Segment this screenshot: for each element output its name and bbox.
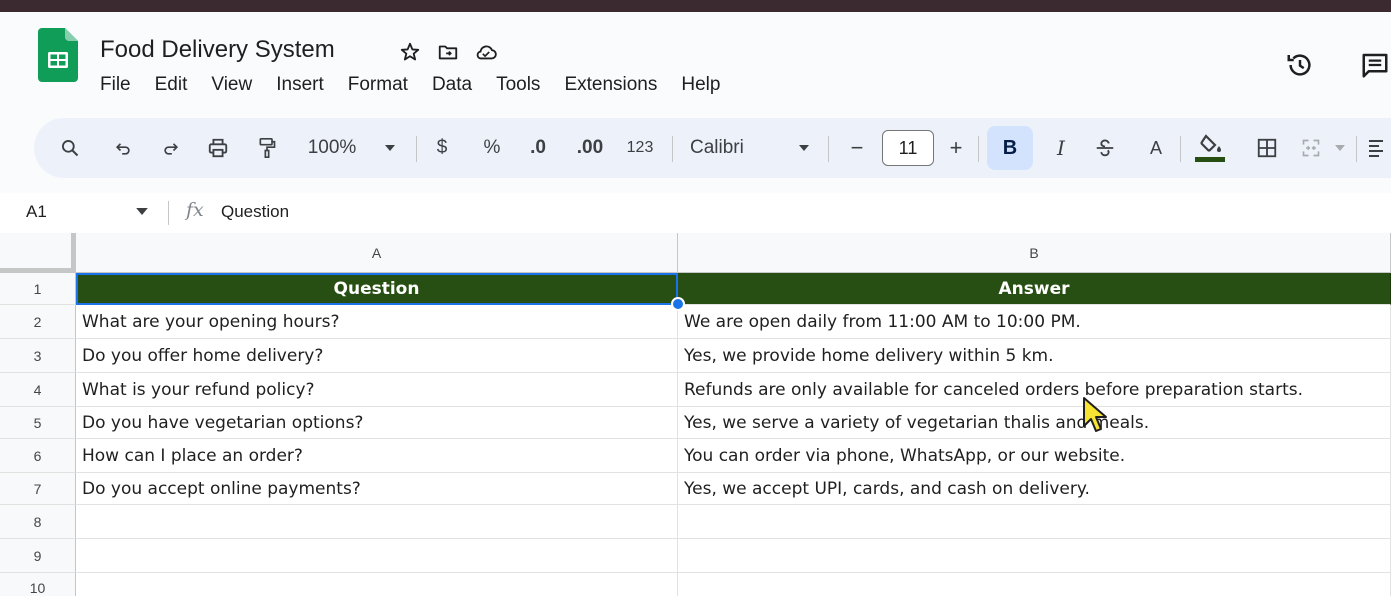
menu-bar: File Edit View Insert Format Data Tools … (100, 74, 732, 96)
window-top-strip (0, 0, 1391, 12)
paint-format-icon[interactable] (252, 118, 282, 178)
toolbar-divider (978, 136, 979, 162)
row-header[interactable]: 4 (0, 373, 76, 407)
comments-icon[interactable] (1358, 48, 1391, 82)
menu-extensions[interactable]: Extensions (552, 74, 669, 96)
row-header[interactable]: 5 (0, 407, 76, 439)
toolbar-divider (672, 136, 673, 162)
cloud-saved-icon[interactable] (474, 40, 498, 64)
row-header[interactable]: 7 (0, 473, 76, 505)
row-header[interactable]: 8 (0, 505, 76, 539)
search-menus-icon[interactable] (54, 118, 86, 178)
fill-handle[interactable] (671, 297, 685, 311)
document-title[interactable]: Food Delivery System (100, 36, 335, 64)
row-header[interactable]: 6 (0, 439, 76, 473)
table-cell[interactable]: Refunds are only available for canceled … (678, 373, 1391, 407)
table-cell[interactable]: How can I place an order? (76, 439, 678, 473)
merge-cells-icon[interactable] (1296, 118, 1326, 178)
column-header-b[interactable]: B (678, 233, 1391, 273)
table-cell[interactable]: What are your opening hours? (76, 305, 678, 339)
more-formats-button[interactable]: 123 (622, 118, 658, 178)
increase-font-size-button[interactable]: + (944, 118, 968, 178)
sheets-logo-icon[interactable] (38, 28, 78, 82)
table-cell[interactable]: You can order via phone, WhatsApp, or ou… (678, 439, 1391, 473)
table-cell[interactable]: Do you accept online payments? (76, 473, 678, 505)
currency-format-button[interactable]: $ (430, 118, 454, 178)
star-icon[interactable] (398, 40, 422, 64)
toolbar-divider (1180, 136, 1181, 162)
menu-edit[interactable]: Edit (143, 74, 200, 96)
spreadsheet-grid: A B 1 Question Answer 2 What are your openin… (0, 233, 1391, 596)
title-actions (398, 40, 498, 64)
table-cell[interactable] (76, 505, 678, 539)
print-icon[interactable] (202, 118, 234, 178)
table-cell[interactable] (678, 539, 1391, 573)
font-family-select[interactable]: Calibri (690, 118, 770, 178)
row-header[interactable]: 1 (0, 273, 76, 305)
table-cell[interactable]: Do you offer home delivery? (76, 339, 678, 373)
app-header (0, 12, 1391, 118)
name-box-dropdown-icon[interactable] (136, 208, 148, 215)
strikethrough-icon[interactable] (1090, 118, 1120, 178)
menu-format[interactable]: Format (336, 74, 420, 96)
header-cell[interactable]: Answer (678, 273, 1391, 305)
borders-icon[interactable] (1252, 118, 1282, 178)
decrease-decimal-button[interactable]: .0 (522, 118, 554, 178)
column-header-a[interactable]: A (76, 233, 678, 273)
table-cell[interactable]: Yes, we serve a variety of vegetarian th… (678, 407, 1391, 439)
header-cell[interactable]: Question (76, 273, 678, 305)
increase-decimal-button[interactable]: .00 (572, 118, 608, 178)
row-header[interactable]: 10 (0, 573, 76, 596)
row-header[interactable]: 9 (0, 539, 76, 573)
font-dropdown-icon[interactable] (794, 118, 814, 178)
horizontal-align-icon[interactable] (1364, 118, 1388, 178)
menu-file[interactable]: File (100, 74, 143, 96)
table-cell[interactable]: Yes, we accept UPI, cards, and cash on d… (678, 473, 1391, 505)
fill-color-icon[interactable] (1190, 118, 1230, 178)
merge-dropdown-icon[interactable] (1330, 118, 1350, 178)
mouse-pointer-icon (1083, 397, 1107, 432)
formula-input[interactable]: Question (221, 202, 289, 222)
name-box[interactable]: A1 (26, 202, 47, 222)
text-color-button[interactable]: A (1142, 118, 1170, 178)
redo-icon[interactable] (156, 118, 186, 178)
menu-data[interactable]: Data (420, 74, 484, 96)
fx-icon: fx (186, 199, 204, 221)
toolbar-divider (828, 136, 829, 162)
move-folder-icon[interactable] (436, 40, 460, 64)
table-cell[interactable]: Do you have vegetarian options? (76, 407, 678, 439)
toolbar: 100% $ % .0 .00 123 Calibri − 11 + B I A (34, 118, 1391, 178)
formula-bar: A1 fx Question (0, 193, 1391, 233)
menu-view[interactable]: View (199, 74, 264, 96)
table-cell[interactable] (678, 505, 1391, 539)
percent-format-button[interactable]: % (480, 118, 504, 178)
version-history-icon[interactable] (1283, 48, 1317, 82)
table-cell[interactable] (678, 573, 1391, 596)
table-cell[interactable]: We are open daily from 11:00 AM to 10:00… (678, 305, 1391, 339)
table-cell[interactable] (76, 573, 678, 596)
font-size-input[interactable]: 11 (882, 130, 934, 166)
bold-button[interactable]: B (987, 126, 1033, 170)
menu-insert[interactable]: Insert (264, 74, 336, 96)
table-cell[interactable] (76, 539, 678, 573)
table-cell[interactable]: What is your refund policy? (76, 373, 678, 407)
select-all-corner[interactable] (0, 233, 76, 273)
formula-divider (168, 201, 169, 225)
undo-icon[interactable] (108, 118, 138, 178)
row-header[interactable]: 3 (0, 339, 76, 373)
zoom-value[interactable]: 100% (300, 118, 364, 178)
menu-tools[interactable]: Tools (484, 74, 552, 96)
row-header[interactable]: 2 (0, 305, 76, 339)
decrease-font-size-button[interactable]: − (842, 118, 872, 178)
italic-button[interactable]: I (1046, 118, 1076, 178)
toolbar-divider (416, 136, 417, 162)
zoom-dropdown-icon[interactable] (380, 118, 400, 178)
toolbar-divider (1356, 136, 1357, 162)
table-cell[interactable]: Yes, we provide home delivery within 5 k… (678, 339, 1391, 373)
menu-help[interactable]: Help (669, 74, 732, 96)
